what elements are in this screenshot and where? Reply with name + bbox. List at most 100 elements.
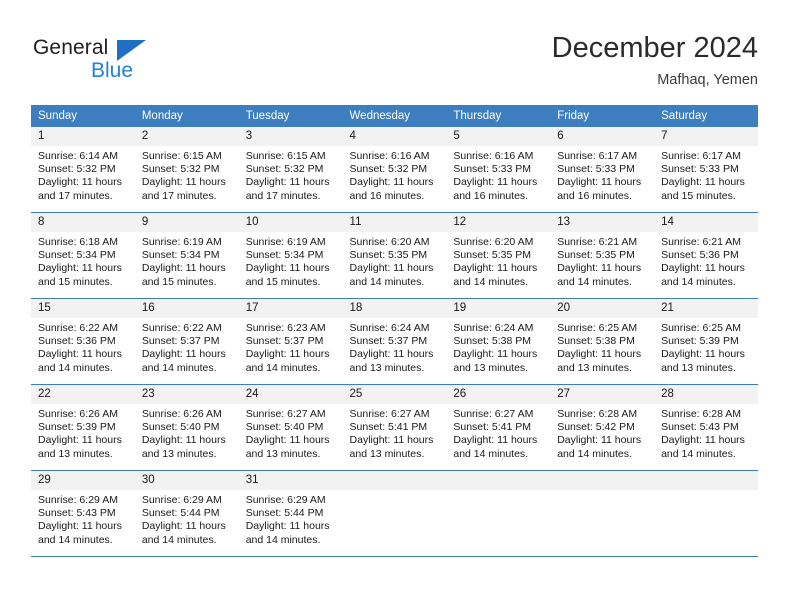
sunset-text: Sunset: 5:38 PM [453,335,532,348]
day-number: 19 [446,299,551,318]
day-info: Sunrise: 6:16 AM Sunset: 5:33 PM Dayligh… [446,146,550,203]
calendar-day-cell[interactable]: 1 Sunrise: 6:14 AM Sunset: 5:32 PM Dayli… [31,127,135,213]
daylight-text-line1: Daylight: 11 hours [453,434,538,447]
sunset-text: Sunset: 5:44 PM [141,507,220,520]
sunrise-text: Sunrise: 6:25 AM [557,322,638,334]
calendar-day-cell[interactable]: 9 Sunrise: 6:19 AM Sunset: 5:34 PM Dayli… [134,212,239,299]
calendar-day-cell[interactable]: 28 Sunrise: 6:28 AM Sunset: 5:43 PM Dayl… [654,384,758,471]
sunset-text: Sunset: 5:43 PM [661,421,739,434]
calendar-day-cell[interactable]: 18 Sunrise: 6:24 AM Sunset: 5:37 PM Dayl… [342,298,447,385]
calendar-day-cell[interactable]: 4 Sunrise: 6:16 AM Sunset: 5:32 PM Dayli… [342,127,447,213]
sunrise-text: Sunrise: 6:24 AM [349,322,430,334]
daylight-text-line1: Daylight: 11 hours [661,348,745,361]
sunset-text: Sunset: 5:37 PM [245,335,324,348]
daylight-text-line2: and 16 minutes. [349,189,425,202]
calendar-day-cell[interactable]: 31 Sunrise: 6:29 AM Sunset: 5:44 PM Dayl… [238,470,343,556]
day-number: 7 [654,127,758,146]
calendar-day-cell[interactable]: 5 Sunrise: 6:16 AM Sunset: 5:33 PM Dayli… [446,127,551,213]
sunset-text: Sunset: 5:39 PM [661,335,739,348]
calendar-day-cell[interactable]: 26 Sunrise: 6:27 AM Sunset: 5:41 PM Dayl… [446,384,551,471]
daylight-text-line1: Daylight: 11 hours [245,520,330,533]
daylight-text-line2: and 14 minutes. [245,533,321,546]
day-info: Sunrise: 6:28 AM Sunset: 5:43 PM Dayligh… [654,404,758,461]
calendar-day-cell[interactable]: 27 Sunrise: 6:28 AM Sunset: 5:42 PM Dayl… [550,384,655,471]
sunrise-text: Sunrise: 6:22 AM [141,322,222,334]
day-info: Sunrise: 6:14 AM Sunset: 5:32 PM Dayligh… [31,146,135,203]
calendar-day-cell[interactable]: 25 Sunrise: 6:27 AM Sunset: 5:41 PM Dayl… [342,384,447,471]
calendar-day-cell[interactable]: 15 Sunrise: 6:22 AM Sunset: 5:36 PM Dayl… [31,298,135,385]
daylight-text-line2: and 13 minutes. [245,447,321,460]
calendar-day-cell[interactable]: 2 Sunrise: 6:15 AM Sunset: 5:32 PM Dayli… [134,127,239,213]
daylight-text-line1: Daylight: 11 hours [38,262,122,275]
daylight-text-line2: and 13 minutes. [349,447,425,460]
calendar-day-cell[interactable]: 7 Sunrise: 6:17 AM Sunset: 5:33 PM Dayli… [654,127,758,213]
daylight-text-line2: and 15 minutes. [38,275,113,288]
page-title: December 2024 [551,32,758,64]
sunrise-text: Sunrise: 6:19 AM [245,236,326,248]
daylight-text-line1: Daylight: 11 hours [661,262,745,275]
day-info: Sunrise: 6:27 AM Sunset: 5:40 PM Dayligh… [239,404,343,461]
daylight-text-line2: and 16 minutes. [557,189,632,202]
calendar-day-cell[interactable]: 8 Sunrise: 6:18 AM Sunset: 5:34 PM Dayli… [31,212,135,299]
sunset-text: Sunset: 5:43 PM [38,507,116,520]
calendar-week-row: 8 Sunrise: 6:18 AM Sunset: 5:34 PM Dayli… [31,212,758,299]
day-info: Sunrise: 6:27 AM Sunset: 5:41 PM Dayligh… [343,404,447,461]
calendar-day-cell[interactable]: 19 Sunrise: 6:24 AM Sunset: 5:38 PM Dayl… [446,298,551,385]
calendar-day-cell[interactable]: 22 Sunrise: 6:26 AM Sunset: 5:39 PM Dayl… [31,384,135,471]
day-info: Sunrise: 6:20 AM Sunset: 5:35 PM Dayligh… [343,232,447,289]
day-number: 28 [654,385,758,404]
daylight-text-line2: and 14 minutes. [661,447,736,460]
sunrise-text: Sunrise: 6:27 AM [453,408,534,420]
sunset-text: Sunset: 5:33 PM [453,163,532,176]
day-number: 22 [31,385,135,404]
calendar-day-cell[interactable]: 30 Sunrise: 6:29 AM Sunset: 5:44 PM Dayl… [134,470,239,556]
day-info: Sunrise: 6:27 AM Sunset: 5:41 PM Dayligh… [446,404,550,461]
calendar-day-cell[interactable]: 13 Sunrise: 6:21 AM Sunset: 5:35 PM Dayl… [550,212,655,299]
daylight-text-line1: Daylight: 11 hours [141,348,226,361]
daylight-text-line2: and 13 minutes. [349,361,425,374]
sunrise-text: Sunrise: 6:20 AM [453,236,534,248]
day-info: Sunrise: 6:24 AM Sunset: 5:37 PM Dayligh… [343,318,447,375]
sunset-text: Sunset: 5:37 PM [141,335,220,348]
day-info: Sunrise: 6:22 AM Sunset: 5:36 PM Dayligh… [31,318,135,375]
sunset-text: Sunset: 5:40 PM [141,421,220,434]
day-number: 2 [134,127,239,146]
sunset-text: Sunset: 5:35 PM [349,249,428,262]
daylight-text-line1: Daylight: 11 hours [453,262,538,275]
calendar-bottom-border [31,556,758,557]
day-info: Sunrise: 6:15 AM Sunset: 5:32 PM Dayligh… [239,146,343,203]
daylight-text-line1: Daylight: 11 hours [661,434,745,447]
day-info: Sunrise: 6:26 AM Sunset: 5:39 PM Dayligh… [31,404,135,461]
calendar-day-cell[interactable]: 12 Sunrise: 6:20 AM Sunset: 5:35 PM Dayl… [446,212,551,299]
calendar-day-cell[interactable]: 6 Sunrise: 6:17 AM Sunset: 5:33 PM Dayli… [550,127,655,213]
calendar-day-cell[interactable]: 29 Sunrise: 6:29 AM Sunset: 5:43 PM Dayl… [31,470,135,556]
day-number [446,471,551,490]
calendar-day-cell[interactable]: 21 Sunrise: 6:25 AM Sunset: 5:39 PM Dayl… [654,298,758,385]
daylight-text-line1: Daylight: 11 hours [141,262,226,275]
calendar-day-cell[interactable]: 16 Sunrise: 6:22 AM Sunset: 5:37 PM Dayl… [134,298,239,385]
daylight-text-line1: Daylight: 11 hours [38,176,122,189]
sunrise-text: Sunrise: 6:16 AM [453,150,534,162]
sunset-text: Sunset: 5:33 PM [661,163,739,176]
sunrise-text: Sunrise: 6:21 AM [661,236,742,248]
sunrise-text: Sunrise: 6:23 AM [245,322,326,334]
calendar-day-cell[interactable]: 10 Sunrise: 6:19 AM Sunset: 5:34 PM Dayl… [238,212,343,299]
calendar-day-cell[interactable]: 17 Sunrise: 6:23 AM Sunset: 5:37 PM Dayl… [238,298,343,385]
calendar-day-cell[interactable]: 23 Sunrise: 6:26 AM Sunset: 5:40 PM Dayl… [134,384,239,471]
daylight-text-line1: Daylight: 11 hours [38,434,122,447]
calendar-day-cell[interactable]: 14 Sunrise: 6:21 AM Sunset: 5:36 PM Dayl… [654,212,758,299]
sunset-text: Sunset: 5:39 PM [38,421,116,434]
weekday-header-thursday: Thursday [446,105,551,127]
calendar-day-cell[interactable]: 3 Sunrise: 6:15 AM Sunset: 5:32 PM Dayli… [238,127,343,213]
brand-logo[interactable]: General Blue [33,36,213,86]
sunrise-text: Sunrise: 6:25 AM [661,322,742,334]
calendar-page: General Blue December 2024 Mafhaq, Yemen… [0,0,792,612]
day-info: Sunrise: 6:16 AM Sunset: 5:32 PM Dayligh… [343,146,447,203]
day-info: Sunrise: 6:29 AM Sunset: 5:43 PM Dayligh… [31,490,135,547]
daylight-text-line1: Daylight: 11 hours [557,262,642,275]
calendar-day-cell[interactable]: 20 Sunrise: 6:25 AM Sunset: 5:38 PM Dayl… [550,298,655,385]
calendar-day-cell[interactable]: 11 Sunrise: 6:20 AM Sunset: 5:35 PM Dayl… [342,212,447,299]
daylight-text-line1: Daylight: 11 hours [557,176,642,189]
daylight-text-line2: and 13 minutes. [38,447,113,460]
calendar-day-cell[interactable]: 24 Sunrise: 6:27 AM Sunset: 5:40 PM Dayl… [238,384,343,471]
